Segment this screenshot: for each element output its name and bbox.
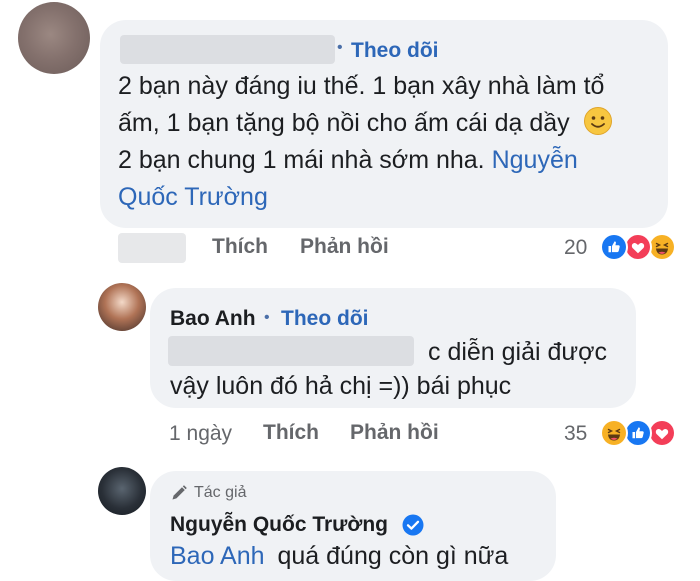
like-button[interactable]: Thích <box>212 235 268 259</box>
follow-link[interactable]: Theo dõi <box>351 39 439 63</box>
comment-text-line: ấm, 1 bạn tặng bộ nồi cho ấm cái dạ dầy <box>118 105 613 142</box>
comment-text-line: c diễn giải được <box>428 338 608 366</box>
haha-reaction-icon <box>600 419 628 447</box>
verified-badge-icon <box>402 514 424 536</box>
mention-blurred[interactable] <box>168 336 414 366</box>
love-reaction-icon <box>624 233 652 261</box>
timestamp-blurred[interactable] <box>118 233 186 263</box>
reaction-count[interactable]: 20 <box>564 236 587 260</box>
like-reaction-icon <box>600 233 628 261</box>
mention-link[interactable]: Bao Anh <box>170 542 265 570</box>
author-avatar[interactable] <box>98 467 146 515</box>
separator-dot: • <box>264 309 270 326</box>
comment-text-line: 2 bạn chung 1 mái nhà sớm nha. Nguyễn <box>118 146 578 174</box>
commenter-name[interactable]: Nguyễn Quốc Trường <box>170 513 388 537</box>
commenter-avatar[interactable] <box>98 283 146 331</box>
mention-link[interactable]: Quốc Trường <box>118 179 268 216</box>
reply-button[interactable]: Phản hồi <box>300 235 389 259</box>
author-badge-label: Tác giả <box>194 484 247 501</box>
like-reaction-icon <box>624 419 652 447</box>
separator-dot: • <box>337 39 343 56</box>
mention-link[interactable]: Nguyễn <box>492 146 578 174</box>
smile-emoji-icon <box>583 107 612 135</box>
haha-reaction-icon <box>648 233 676 261</box>
follow-link[interactable]: Theo dõi <box>281 307 369 331</box>
commenter-avatar-blurred[interactable] <box>18 2 90 74</box>
commenter-name[interactable]: Bao Anh <box>170 307 256 331</box>
comment-timestamp[interactable]: 1 ngày <box>169 422 232 446</box>
pen-icon <box>172 485 187 500</box>
author-badge: Tác giả <box>170 484 246 502</box>
comment-text-line: 2 bạn này đáng iu thế. 1 bạn xây nhà làm… <box>118 72 605 100</box>
reply-button[interactable]: Phản hồi <box>350 421 439 445</box>
comment-text-line: vậy luôn đó hả chị =)) bái phục <box>170 372 512 400</box>
comment-text-line: Bao Anh quá đúng còn gì nữa <box>170 542 509 570</box>
like-button[interactable]: Thích <box>263 421 319 445</box>
reaction-count[interactable]: 35 <box>564 422 587 446</box>
love-reaction-icon <box>648 419 676 447</box>
commenter-name-blurred[interactable] <box>120 35 335 64</box>
